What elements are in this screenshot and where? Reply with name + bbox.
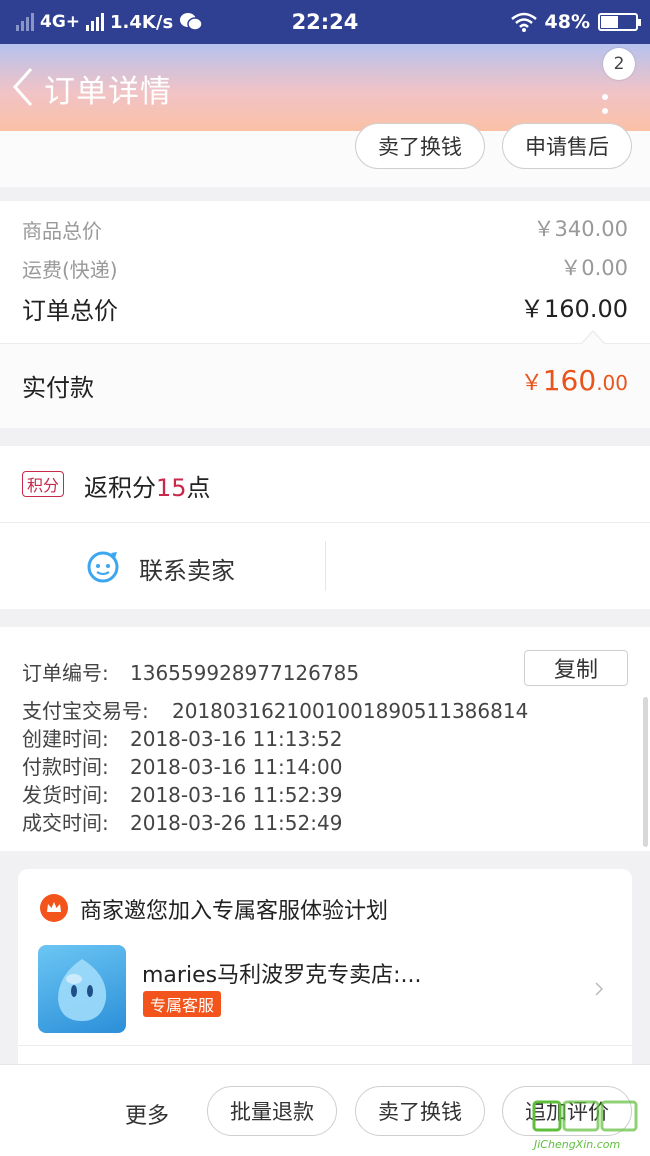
points-prefix: 返积分	[84, 474, 156, 502]
contact-seller-label: 联系卖家	[139, 557, 235, 585]
order-number-value: 136559928977126785	[130, 661, 360, 685]
divider	[18, 1045, 632, 1046]
wifi-icon	[510, 12, 537, 32]
paid-amount: ￥160.00	[521, 364, 628, 397]
paid-label: 实付款	[22, 374, 94, 402]
battery-icon	[598, 13, 641, 31]
watermark-text: JiChengXin.com	[534, 1138, 621, 1151]
points-amount: 15	[156, 474, 187, 502]
aftersale-button[interactable]: 申请售后	[502, 123, 632, 169]
created-time-value: 2018-03-16 11:13:52	[130, 727, 343, 751]
page-title: 订单详情	[44, 74, 172, 110]
order-number-key: 订单编号:	[22, 661, 109, 685]
goods-total-label: 商品总价	[22, 219, 102, 243]
status-right: 48%	[510, 0, 641, 44]
price-summary: 商品总价 ￥340.00 运费(快递) ￥0.00 订单总价 ￥160.00	[0, 201, 650, 344]
completed-time-key: 成交时间:	[22, 811, 109, 835]
shipped-time-row: 发货时间: 2018-03-16 11:52:39	[22, 779, 342, 808]
alipay-number-value: 2018031621001001890511386814	[172, 699, 529, 723]
shipping-value: ￥0.00	[560, 256, 628, 280]
exclusive-service-tag: 专属客服	[143, 991, 222, 1017]
message-badge[interactable]: 2	[603, 48, 635, 80]
created-time-row: 创建时间: 2018-03-16 11:13:52	[22, 723, 342, 752]
paid-time-key: 付款时间:	[22, 755, 109, 779]
vertical-divider	[325, 541, 326, 591]
alipay-number-key: 支付宝交易号:	[22, 699, 149, 723]
contact-section: 联系卖家	[0, 523, 650, 609]
paid-decimal: .00	[596, 371, 628, 395]
points-suffix: 点	[186, 474, 211, 502]
order-total-label: 订单总价	[22, 297, 118, 325]
title-bar: 订单详情 2	[0, 44, 650, 131]
order-number-row: 订单编号: 136559928977126785	[22, 657, 359, 686]
order-total-value: ￥160.00	[520, 295, 628, 323]
completed-time-row: 成交时间: 2018-03-26 11:52:49	[22, 807, 342, 836]
alipay-number-row: 支付宝交易号: 2018031621001001890511386814	[22, 695, 528, 724]
crown-icon	[40, 894, 68, 922]
status-bar: 4G+ 1.4K/s 22:24 48%	[0, 0, 650, 44]
paid-integer: 160	[542, 364, 597, 397]
paid-time-value: 2018-03-16 11:14:00	[130, 755, 343, 779]
shop-avatar[interactable]	[38, 945, 126, 1033]
shipping-label: 运费(快递)	[22, 258, 118, 282]
more-button[interactable]: 更多	[125, 1098, 169, 1130]
points-section: 积分 返积分15点	[0, 446, 650, 522]
sell-button-bottom[interactable]: 卖了换钱	[355, 1086, 485, 1136]
shop-name[interactable]: maries马利波罗克专卖店:...	[142, 957, 421, 989]
shipped-time-value: 2018-03-16 11:52:39	[130, 783, 343, 807]
watermark-mark-icon	[532, 1100, 638, 1132]
created-time-key: 创建时间:	[22, 727, 109, 751]
battery-percent: 48%	[544, 11, 590, 33]
paid-time-row: 付款时间: 2018-03-16 11:14:00	[22, 751, 342, 780]
dot-icon	[602, 94, 608, 100]
points-tag: 积分	[22, 471, 64, 497]
back-button[interactable]	[8, 62, 38, 112]
scrollbar[interactable]	[643, 697, 648, 847]
order-info-section: 复制 订单编号: 136559928977126785 支付宝交易号: 201803…	[0, 627, 650, 851]
sell-button-top[interactable]: 卖了换钱	[355, 123, 485, 169]
copy-button[interactable]: 复制	[524, 650, 628, 686]
shipped-time-key: 发货时间:	[22, 783, 109, 807]
paid-currency: ￥	[520, 371, 543, 396]
batch-refund-button[interactable]: 批量退款	[207, 1086, 337, 1136]
chat-bubble-icon	[87, 551, 119, 583]
service-card-title: 商家邀您加入专属客服体验计划	[80, 899, 389, 924]
contact-seller-button[interactable]: 联系卖家	[0, 523, 325, 609]
goods-total-value: ￥340.00	[533, 217, 628, 241]
points-text: 返积分15点	[84, 468, 211, 503]
pointer-caret-inner	[582, 332, 604, 344]
paid-section: 实付款 ￥160.00	[0, 344, 650, 428]
chevron-right-icon[interactable]	[594, 981, 604, 997]
dot-icon	[602, 108, 608, 114]
top-actions-strip: 卖了换钱 申请售后	[0, 123, 650, 187]
watermark-logo: JiChengXin.com	[524, 1098, 644, 1154]
chevron-left-icon	[12, 68, 33, 106]
completed-time-value: 2018-03-26 11:52:49	[130, 811, 343, 835]
